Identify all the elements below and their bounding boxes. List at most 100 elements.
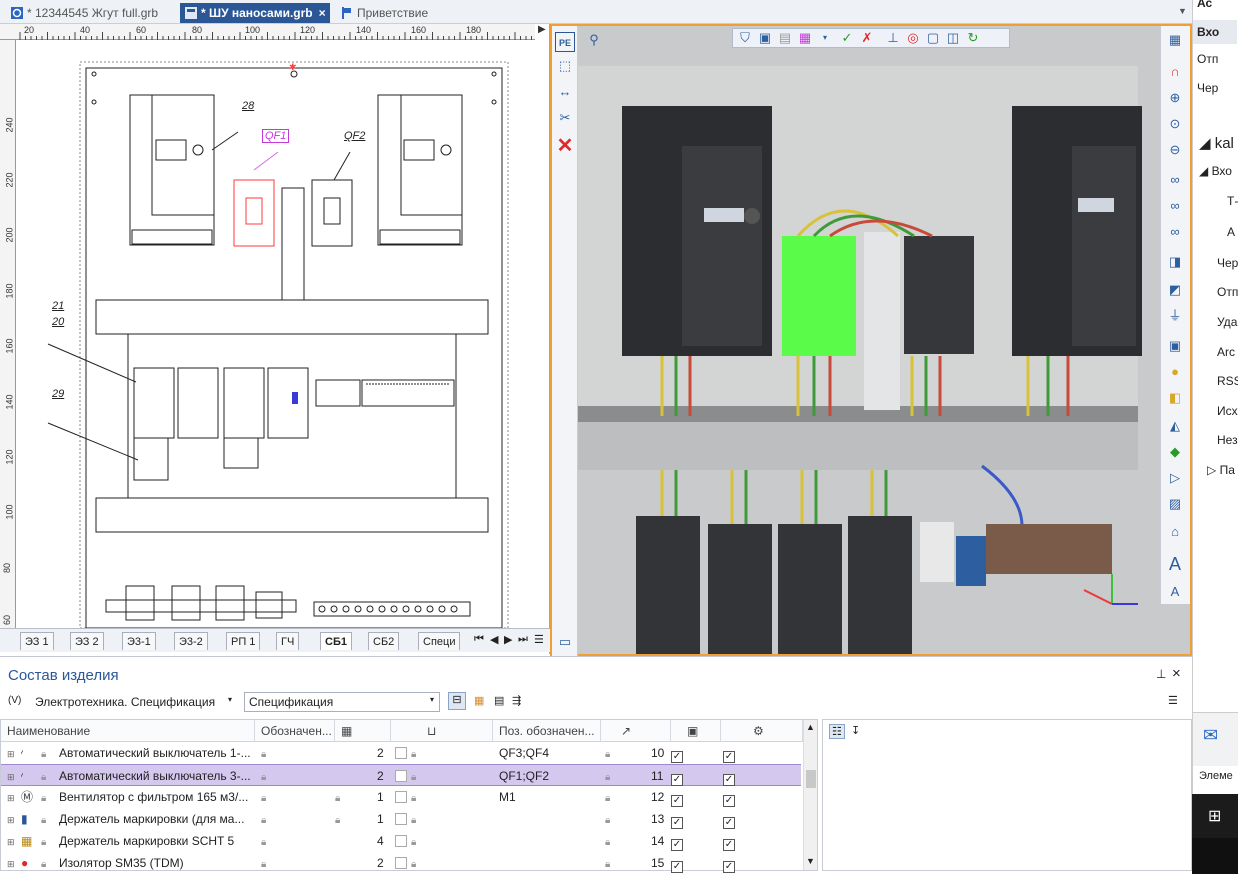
spec-combo[interactable]: Спецификация	[244, 692, 440, 712]
windows-start[interactable]: ⊞	[1192, 794, 1238, 838]
doc-tab-cabinet[interactable]: * ШУ наносами.grb ×	[180, 3, 330, 23]
mail-icon[interactable]: ✉	[1203, 725, 1218, 746]
route-icon[interactable]: ↻	[963, 28, 983, 48]
layout-icon[interactable]: ▦	[1165, 30, 1185, 50]
side-group[interactable]: ▷ Па	[1207, 463, 1235, 477]
side-item[interactable]: Отп	[1217, 285, 1238, 299]
glasses-key-icon[interactable]: ∞	[1165, 196, 1185, 216]
assembly-checkbox[interactable]: ✓	[723, 795, 735, 807]
column-header-designation[interactable]: Обозначен...	[255, 720, 335, 742]
diamond-icon[interactable]: ◆	[1165, 442, 1185, 462]
config-combo[interactable]: Электротехника. Спецификация	[30, 692, 238, 712]
expand-icon[interactable]: ⊞	[7, 815, 15, 825]
row-checkbox[interactable]	[395, 857, 407, 869]
clear-filter-icon[interactable]: ✗	[857, 28, 877, 48]
table-row[interactable]: ⊞ ▦ 🔒︎ Держатель маркировки SCHT 5 🔒︎ 4 🔒︎ 🔒︎ 14…	[1, 830, 801, 852]
row-checkbox[interactable]	[395, 770, 407, 782]
column-options-icon[interactable]: ☰	[1168, 694, 1178, 707]
column-header-number[interactable]: ↗	[601, 720, 671, 742]
sort-alpha-icon[interactable]: ↧	[851, 724, 860, 737]
toolbox-icon[interactable]: ⌂	[1165, 522, 1185, 542]
scroll-down-icon[interactable]: ▼	[806, 856, 815, 866]
plane-icon[interactable]: ⏚	[1165, 306, 1185, 326]
cut-icon[interactable]: ✂	[555, 108, 575, 128]
sheet-next-icon[interactable]: ▶	[504, 633, 512, 646]
side-item[interactable]: Чер	[1217, 256, 1238, 270]
measure-icon[interactable]: ↔	[555, 82, 575, 102]
side-item[interactable]: RSS	[1217, 374, 1238, 388]
side-item[interactable]: Уда	[1217, 315, 1237, 329]
assembly-checkbox[interactable]: ✓	[723, 817, 735, 829]
assembly-checkbox[interactable]: ✓	[723, 774, 735, 786]
highlight-icon[interactable]: ▦	[795, 28, 815, 48]
row-checkbox[interactable]	[395, 813, 407, 825]
play-icon[interactable]: ▷	[1165, 468, 1185, 488]
label-qf1[interactable]: QF1	[262, 129, 290, 143]
sheet-tab-e3-2[interactable]: ЭЗ 2	[70, 632, 104, 650]
magnet-icon[interactable]: ∩	[1165, 62, 1185, 82]
filter-select-icon[interactable]: ⇶	[512, 694, 521, 707]
side-item[interactable]: Нез	[1217, 433, 1238, 447]
assembly-checkbox[interactable]: ✓	[723, 751, 735, 763]
sheet-tab-e3-1b[interactable]: Э3-1	[122, 632, 156, 650]
assembly-checkbox[interactable]: ✓	[723, 839, 735, 851]
layers-icon[interactable]: ◧	[1165, 388, 1185, 408]
scroll-thumb[interactable]	[806, 770, 816, 788]
cancel-icon[interactable]: ✕	[555, 136, 575, 156]
row-checkbox[interactable]	[395, 791, 407, 803]
sheet-tab-e3-2b[interactable]: Э3-2	[174, 632, 208, 650]
expand-icon[interactable]: ⊞	[7, 837, 15, 847]
column-header-cart[interactable]: ⊔	[391, 720, 493, 742]
axis-icon[interactable]: ⊥	[883, 28, 903, 48]
table-row[interactable]: ⊞ ⁄ 🔒︎ Автоматический выключатель 1-... 🔒︎ 2 🔒…	[1, 742, 801, 764]
side-item[interactable]: Arc	[1217, 345, 1235, 359]
sheet-prev-icon[interactable]: ◀	[490, 633, 498, 646]
spec-combo-arrow-icon[interactable]: ▾	[430, 695, 434, 704]
include-checkbox[interactable]: ✓	[671, 861, 683, 873]
fill-icon[interactable]: ◭	[1165, 416, 1185, 436]
expand-icon[interactable]: ⊞	[7, 749, 15, 759]
doc-tab-harness[interactable]: * 12344545 Жгут full.grb	[6, 3, 158, 23]
glasses-mark-icon[interactable]: ∞	[1165, 222, 1185, 242]
column-header-position[interactable]: Поз. обозначен...	[493, 720, 601, 742]
dropdown-icon[interactable]: ▾	[815, 28, 835, 48]
pin-icon[interactable]: ⊥	[1156, 667, 1166, 681]
close-tab-icon[interactable]: ×	[319, 6, 326, 20]
expand-icon[interactable]: ⊞	[7, 772, 15, 782]
side-item[interactable]: Отп	[1197, 52, 1218, 66]
target-icon[interactable]: ◎	[903, 28, 923, 48]
filter-icon[interactable]: ⛉	[735, 28, 755, 48]
sheet-tab-sb2[interactable]: СБ2	[368, 632, 400, 650]
3d-viewport[interactable]	[550, 24, 1192, 656]
ruler-arrow-icon[interactable]: ▶	[538, 24, 546, 35]
pe-mode-icon[interactable]: PE	[555, 32, 575, 52]
zoom-window-icon[interactable]: ⊙	[1165, 114, 1185, 134]
select-pointer-icon[interactable]: ⬚	[555, 56, 575, 76]
cube-cross-icon[interactable]: ◩	[1165, 280, 1185, 300]
sheet-tab-spec[interactable]: Специ	[418, 632, 461, 650]
side-item[interactable]: Т-	[1227, 194, 1238, 208]
table-icon[interactable]: ▦	[474, 694, 484, 707]
side-group[interactable]: ◢ Вхо	[1199, 164, 1232, 178]
zoom-out-icon[interactable]: ⊖	[1165, 140, 1185, 160]
zoom-in-icon[interactable]: ⊕	[1165, 88, 1185, 108]
side-item-selected[interactable]: Вхо	[1193, 20, 1237, 44]
side-item[interactable]: А	[1227, 225, 1235, 239]
sphere-icon[interactable]: ●	[1165, 362, 1185, 382]
column-header-include[interactable]: ▣	[671, 720, 721, 742]
sheet-last-icon[interactable]: ⏭	[518, 633, 528, 646]
include-checkbox[interactable]: ✓	[671, 817, 683, 829]
drawing-view[interactable]: 20 40 60 80 100 120 140 160 180 ▶ 240 22…	[0, 24, 550, 654]
tree-icon[interactable]: ⚲	[584, 30, 604, 50]
sheet-tab-gch[interactable]: ГЧ	[276, 632, 300, 650]
glasses-icon[interactable]: ∞	[1165, 170, 1185, 190]
expand-icon[interactable]: ⊞	[7, 793, 15, 803]
row-checkbox[interactable]	[395, 835, 407, 847]
assembly-checkbox[interactable]: ✓	[723, 861, 735, 873]
frame-icon[interactable]: ▣	[1165, 336, 1185, 356]
expand-icon[interactable]: ⊞	[7, 859, 15, 869]
text-size-up-icon[interactable]: A	[1165, 554, 1185, 574]
side-item[interactable]: Чер	[1197, 81, 1218, 95]
tree-view-icon[interactable]: ⊟	[448, 692, 466, 710]
scroll-up-icon[interactable]: ▲	[806, 722, 815, 732]
